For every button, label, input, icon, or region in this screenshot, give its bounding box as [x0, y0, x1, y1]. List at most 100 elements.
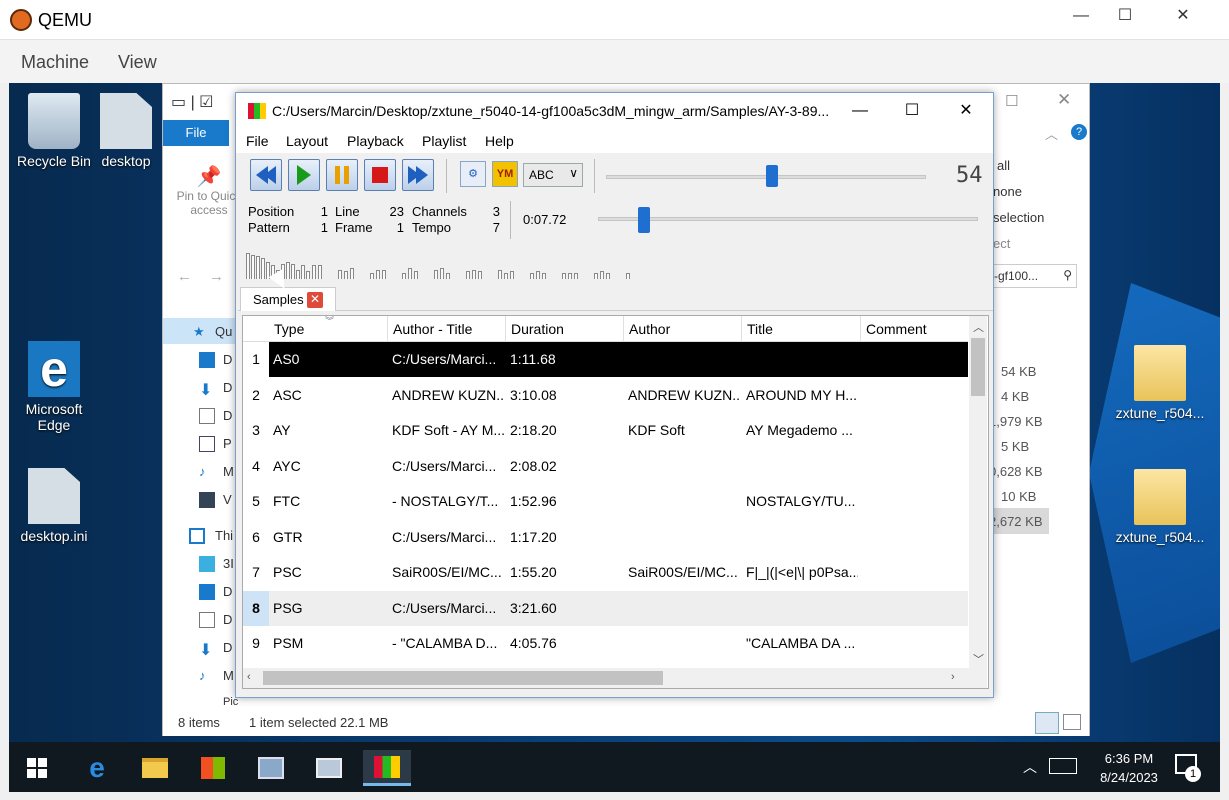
nav-videos[interactable]: V — [223, 492, 232, 507]
taskbar-edge-icon[interactable]: e — [73, 750, 121, 786]
analyzer-bar — [446, 273, 450, 279]
explorer-maximize-button[interactable]: ☐ — [1005, 92, 1018, 110]
desktop-icon-zxtune-1[interactable]: zxtune_r504... — [1115, 345, 1205, 421]
pause-button[interactable] — [326, 159, 358, 191]
taskbar-store-icon[interactable] — [189, 750, 237, 786]
column-author[interactable]: Author — [624, 316, 742, 342]
volume-slider-thumb[interactable] — [766, 165, 779, 187]
pattern-label: Pattern — [248, 220, 290, 235]
scroll-down-icon[interactable]: ﹀ — [973, 651, 984, 667]
table-row[interactable]: 4 AYC C:/Users/Marci... 2:08.02 — [243, 448, 968, 484]
nav-music-2[interactable]: M — [223, 668, 234, 683]
nav-music[interactable]: M — [223, 464, 234, 479]
analyzer-bar — [350, 268, 354, 279]
zip-folder-icon — [1134, 345, 1186, 401]
seek-slider-thumb[interactable] — [637, 207, 650, 233]
horizontal-scroll-thumb[interactable] — [263, 671, 663, 685]
tab-samples[interactable]: Samples ✕ — [240, 287, 336, 311]
explorer-file-tab[interactable]: File — [163, 120, 229, 146]
settings-icon[interactable]: ⚙ — [460, 161, 486, 187]
menu-machine[interactable]: Machine — [21, 52, 89, 73]
start-button[interactable] — [13, 750, 61, 786]
taskbar-zxtune-icon[interactable] — [363, 750, 411, 786]
qemu-maximize-button[interactable]: ☐ — [1096, 0, 1154, 32]
column-author-title[interactable]: Author - Title — [388, 316, 506, 342]
invert-selection-button[interactable]: selection — [993, 210, 1044, 225]
nav-desktop-2[interactable]: D — [223, 584, 232, 599]
nav-desktop[interactable]: D — [223, 352, 232, 367]
quick-access-toolbar-icon[interactable]: ▭ | ☑ — [171, 92, 214, 112]
desktop-icon-label: Microsoft Edge — [25, 401, 83, 433]
nav-this-pc[interactable]: Thi — [215, 528, 233, 543]
desktop-icon-desktop-ini[interactable]: desktop.ini — [9, 468, 99, 544]
cell-author-title: C:/Users/Marci... — [392, 457, 497, 474]
column-comment[interactable]: Comment — [861, 316, 968, 342]
playlist-horizontal-scrollbar[interactable]: ‹ › — [243, 668, 987, 688]
table-row[interactable]: 3 AY KDF Soft - AY M... 2:18.20 KDF Soft AY M… — [243, 413, 968, 448]
menu-file[interactable]: File — [246, 133, 269, 149]
nav-pictures[interactable]: P — [223, 436, 232, 451]
select-none-button[interactable]: none — [993, 184, 1022, 199]
zxtune-minimize-button[interactable]: — — [840, 99, 880, 123]
column-duration[interactable]: Duration — [506, 316, 624, 342]
playlist-table: Type Author - Title Duration Author Titl… — [242, 315, 989, 689]
desktop-icon-edge[interactable]: e Microsoft Edge — [9, 341, 99, 433]
stop-button[interactable] — [364, 159, 396, 191]
table-row[interactable]: 5 FTC - NOSTALGY/T... 1:52.96 NOSTALGY/TU..… — [243, 484, 968, 519]
scroll-left-icon[interactable]: ‹ — [247, 671, 251, 683]
vertical-scroll-thumb[interactable] — [971, 338, 985, 396]
table-row[interactable]: 1 AS0 C:/Users/Marci... 1:11.68 — [243, 342, 968, 377]
channel-layout-select[interactable]: ABC ∨ — [523, 163, 583, 187]
next-button[interactable] — [402, 159, 434, 191]
playlist-vertical-scrollbar[interactable]: ︿ ﹀ — [969, 316, 987, 668]
menu-playlist[interactable]: Playlist — [422, 133, 466, 149]
play-button[interactable] — [288, 159, 320, 191]
keyboard-icon[interactable] — [1049, 758, 1077, 774]
ribbon-collapse-icon[interactable]: ︿ — [1045, 124, 1058, 143]
menu-help[interactable]: Help — [485, 133, 514, 149]
nav-downloads[interactable]: D — [223, 380, 232, 395]
taskbar-monitor-icon[interactable] — [305, 750, 353, 786]
menu-view[interactable]: View — [118, 52, 157, 73]
nav-downloads-2[interactable]: D — [223, 640, 232, 655]
forward-arrow-icon[interactable]: → — [209, 268, 224, 285]
back-arrow-icon[interactable]: ← — [177, 268, 192, 285]
taskbar-network-icon[interactable] — [247, 750, 295, 786]
column-title[interactable]: Title — [742, 316, 861, 342]
toolbar-separator — [594, 159, 595, 193]
table-row[interactable]: 9 PSM - "CALAMBA D... 4:05.76 "CALAMBA DA .… — [243, 626, 968, 661]
select-all-button[interactable]: all — [997, 158, 1010, 173]
large-icons-view-icon[interactable] — [1063, 714, 1081, 730]
desktop-icon-desktop[interactable]: desktop — [91, 93, 161, 169]
table-row[interactable]: 6 GTR C:/Users/Marci... 1:17.20 — [243, 519, 968, 555]
scroll-up-icon[interactable]: ︿ — [973, 319, 984, 335]
taskbar-file-explorer-icon[interactable] — [131, 750, 179, 786]
show-hidden-icons-icon[interactable]: ︿ — [1023, 757, 1037, 777]
help-icon[interactable]: ? — [1071, 124, 1087, 140]
table-row[interactable]: 7 PSC SaiR00S/EI/MC... 1:55.20 SaiR00S/EI/MC… — [243, 555, 968, 590]
desktop-icon-zxtune-2[interactable]: zxtune_r504... — [1115, 469, 1205, 545]
table-row[interactable]: 8 PSG C:/Users/Marci... 3:21.60 — [243, 590, 968, 626]
seek-slider-track[interactable] — [598, 217, 978, 221]
table-row[interactable]: 2 ASC ANDREW KUZN... 3:10.08 ANDREW KUZN... A… — [243, 377, 968, 413]
ym-mode-icon[interactable]: YM — [492, 161, 518, 187]
taskbar-clock[interactable]: 6:36 PM 8/24/2023 — [1089, 749, 1169, 787]
explorer-close-button[interactable]: ✕ — [1057, 90, 1071, 110]
cell-author-title: - NOSTALGY/T... — [392, 493, 499, 509]
menu-playback[interactable]: Playback — [347, 133, 404, 149]
nav-3d-objects[interactable]: 3I — [223, 556, 234, 571]
close-tab-icon[interactable]: ✕ — [307, 292, 323, 308]
zxtune-close-button[interactable]: ✕ — [946, 99, 986, 123]
desktop-icon-recycle-bin[interactable]: Recycle Bin — [9, 93, 99, 169]
search-box[interactable]: -gf100... ⚲ — [989, 264, 1077, 288]
details-view-icon[interactable] — [1035, 712, 1059, 734]
nav-documents[interactable]: D — [223, 408, 232, 423]
analyzer-bar — [478, 271, 482, 279]
qemu-close-button[interactable]: ✕ — [1154, 0, 1212, 32]
menu-layout[interactable]: Layout — [286, 133, 328, 149]
previous-button[interactable] — [250, 159, 282, 191]
zxtune-maximize-button[interactable]: ☐ — [892, 99, 932, 123]
nav-documents-2[interactable]: D — [223, 612, 232, 627]
nav-quick-access[interactable]: Qu — [215, 324, 232, 339]
scroll-right-icon[interactable]: › — [951, 671, 955, 683]
